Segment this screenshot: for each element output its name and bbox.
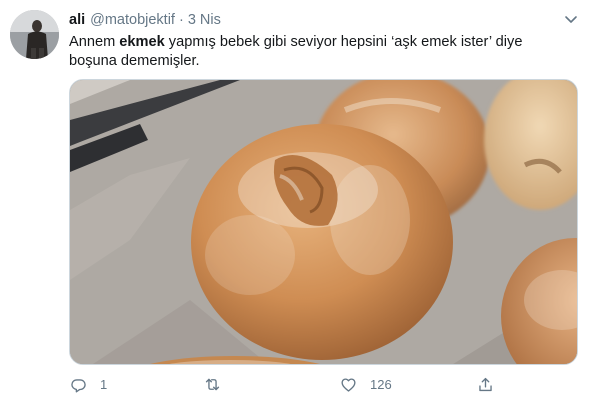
avatar[interactable]	[10, 10, 59, 59]
reply-action[interactable]: 1	[69, 373, 107, 395]
separator-dot: ·	[178, 12, 184, 28]
timestamp[interactable]: 3 Nis	[188, 12, 221, 28]
tweet-text-highlight: ekmek	[119, 34, 165, 50]
tweet-header: ali @matobjektif · 3 Nis	[69, 11, 221, 29]
author-name[interactable]: ali	[69, 12, 85, 28]
avatar-photo	[10, 10, 59, 59]
author-handle[interactable]: @matobjektif	[90, 12, 175, 28]
tweet-text-before: Annem	[69, 34, 120, 50]
speech-bubble-icon[interactable]	[69, 375, 88, 394]
reply-count: 1	[100, 376, 108, 392]
tweet-actions: 1 126	[69, 373, 509, 395]
tweet-media[interactable]	[69, 79, 578, 365]
tweet[interactable]: ali @matobjektif · 3 Nis Annem ekmek yap…	[0, 0, 593, 402]
share-action[interactable]	[476, 373, 507, 395]
retweet-action[interactable]	[203, 373, 234, 395]
bread-photo	[70, 80, 577, 364]
share-upload-icon[interactable]	[476, 375, 495, 394]
tweet-text: Annem ekmek yapmış bebek gibi seviyor he…	[69, 33, 569, 71]
like-count: 126	[370, 376, 392, 392]
heart-outline-icon[interactable]	[339, 375, 358, 394]
like-action[interactable]: 126	[339, 373, 392, 395]
chevron-down-icon[interactable]	[563, 11, 579, 27]
retweet-arrows-icon[interactable]	[203, 375, 222, 394]
